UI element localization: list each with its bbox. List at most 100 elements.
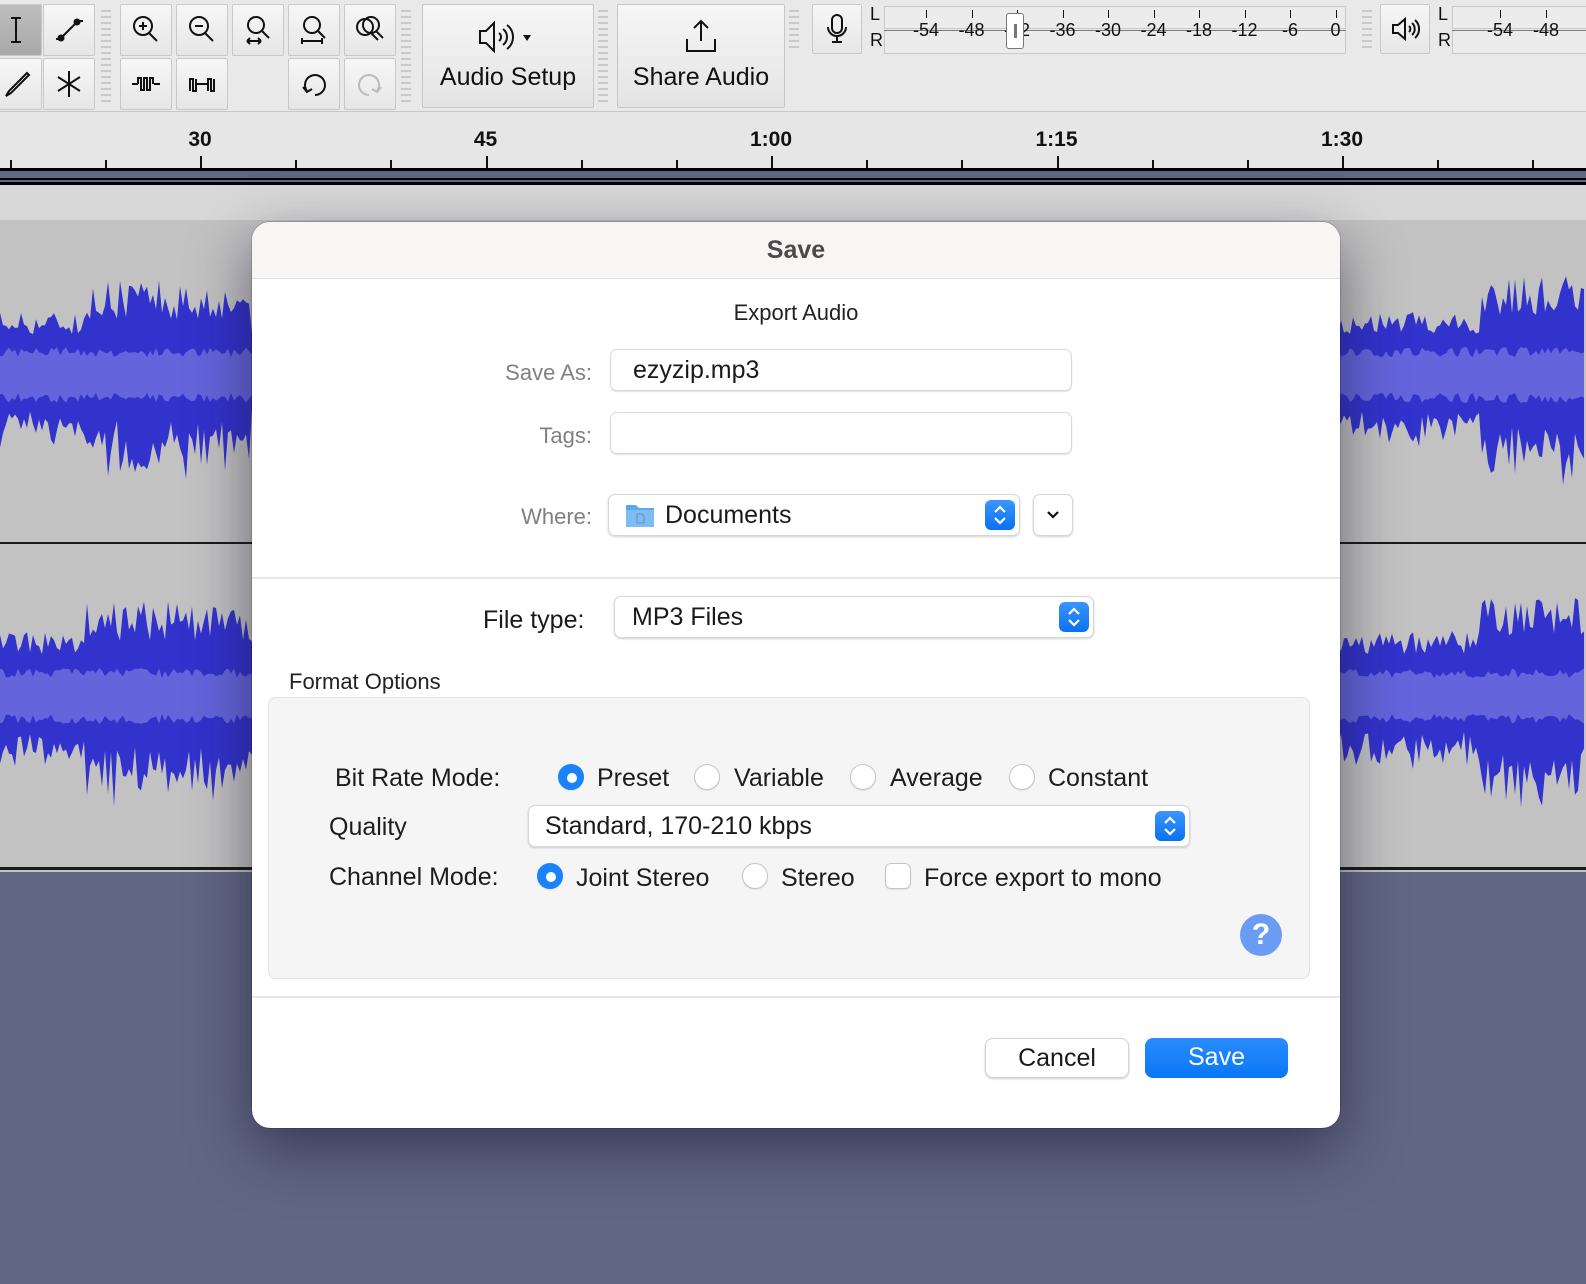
silence-audio-button[interactable] bbox=[176, 58, 228, 110]
force-mono-checkbox[interactable] bbox=[885, 863, 911, 889]
ruler-minor-tick bbox=[961, 160, 964, 168]
zoom-in-icon bbox=[133, 16, 158, 42]
ruler-minor-tick bbox=[1437, 160, 1440, 168]
file-type-value: MP3 Files bbox=[632, 603, 744, 631]
audio-setup-button[interactable]: Audio Setup bbox=[422, 4, 594, 108]
stereo-radio[interactable] bbox=[742, 863, 768, 889]
save-button[interactable]: Save bbox=[1145, 1038, 1288, 1078]
up-down-chevron-icon bbox=[994, 505, 1006, 525]
format-options-title: Format Options bbox=[289, 669, 441, 694]
meter-tick-label: -12 bbox=[1231, 20, 1258, 40]
zoom-in-button[interactable] bbox=[120, 4, 172, 56]
zoom-out-button[interactable] bbox=[176, 4, 228, 56]
toolbar-grip[interactable] bbox=[1362, 6, 1372, 52]
ruler-label: 30 bbox=[188, 128, 212, 151]
toolbar-grip[interactable] bbox=[101, 6, 111, 104]
where-label: Where: bbox=[521, 504, 592, 529]
meter-tick-label: -48 bbox=[1532, 20, 1560, 40]
up-down-chevron-icon bbox=[1164, 816, 1176, 836]
record-level-slider[interactable] bbox=[1006, 13, 1024, 49]
share-icon bbox=[686, 19, 716, 52]
quality-stepper bbox=[1155, 811, 1185, 841]
dialog-title: Save bbox=[252, 222, 1340, 279]
stereo-label[interactable]: Stereo bbox=[781, 864, 855, 893]
save-dialog: Save Export Audio Save As: ezyzip.mp3 Ta… bbox=[252, 222, 1340, 1128]
file-type-stepper bbox=[1059, 602, 1089, 632]
force-mono-label[interactable]: Force export to mono bbox=[924, 864, 1162, 893]
bit-rate-constant-radio[interactable] bbox=[1009, 764, 1035, 790]
bit-rate-preset-radio[interactable] bbox=[558, 764, 584, 790]
redo-button[interactable] bbox=[344, 58, 396, 110]
meter-left-label: L bbox=[870, 4, 881, 24]
zoom-toggle-button[interactable] bbox=[344, 4, 396, 56]
meter-tick-label: -48 bbox=[958, 20, 985, 40]
playback-meter[interactable]: L R -54 -48 bbox=[1434, 4, 1586, 54]
bit-rate-average-label[interactable]: Average bbox=[890, 764, 983, 793]
meter-tick-mark bbox=[971, 10, 973, 18]
timeline-scrub-bar[interactable] bbox=[0, 168, 1586, 185]
footer-divider bbox=[252, 996, 1340, 998]
expand-browser-button[interactable] bbox=[1033, 494, 1073, 536]
fit-selection-button[interactable] bbox=[232, 4, 284, 56]
help-button[interactable]: ? bbox=[1240, 914, 1282, 956]
cancel-button[interactable]: Cancel bbox=[985, 1038, 1129, 1078]
quality-popup[interactable]: Standard, 170-210 kbps bbox=[528, 805, 1190, 847]
record-meter-button[interactable] bbox=[812, 4, 862, 54]
where-popup[interactable]: Documents bbox=[608, 494, 1020, 536]
ruler-minor-tick bbox=[1151, 160, 1154, 168]
bit-rate-preset-label[interactable]: Preset bbox=[597, 764, 669, 793]
where-value: Documents bbox=[665, 501, 792, 529]
timeline-ruler[interactable]: 30 45 1:00 1:15 1:30 bbox=[0, 112, 1586, 168]
ruler-major-tick bbox=[771, 156, 773, 168]
meter-tick-label: -54 bbox=[1486, 20, 1514, 40]
ruler-major-tick bbox=[485, 156, 488, 168]
fit-project-button[interactable] bbox=[288, 4, 340, 56]
toolbar-grip[interactable] bbox=[598, 6, 608, 104]
bit-rate-mode-label: Bit Rate Mode: bbox=[335, 764, 501, 792]
ruler-minor-tick bbox=[104, 160, 107, 168]
chevron-down-icon bbox=[1047, 511, 1059, 519]
playback-meter-button[interactable] bbox=[1380, 4, 1430, 54]
save-as-label: Save As: bbox=[505, 360, 592, 385]
ruler-label: 1:00 bbox=[749, 128, 793, 151]
selection-tool-button[interactable] bbox=[0, 4, 42, 56]
file-type-popup[interactable]: MP3 Files bbox=[614, 596, 1094, 638]
save-as-field[interactable]: ezyzip.mp3 bbox=[610, 349, 1072, 391]
envelope-tool-button[interactable] bbox=[43, 4, 95, 56]
meter-tick-label: -24 bbox=[1140, 20, 1167, 40]
undo-button[interactable] bbox=[288, 58, 340, 110]
bit-rate-variable-radio[interactable] bbox=[694, 764, 720, 790]
bit-rate-average-radio[interactable] bbox=[850, 764, 876, 790]
ruler-label: 1:30 bbox=[1320, 128, 1364, 151]
joint-stereo-radio[interactable] bbox=[537, 863, 563, 889]
tags-label: Tags: bbox=[539, 423, 592, 448]
ruler-label: 45 bbox=[473, 128, 498, 151]
dialog-subtitle: Export Audio bbox=[733, 300, 859, 325]
meter-left-label: L bbox=[1438, 4, 1449, 24]
record-meter[interactable]: L R -54-48-42-36-30-24-18-12-60 bbox=[866, 4, 1356, 54]
multi-tool-button[interactable] bbox=[43, 58, 95, 110]
meter-tick-mark bbox=[1546, 10, 1547, 18]
trim-audio-button[interactable] bbox=[120, 58, 172, 110]
zoom-out-icon bbox=[189, 16, 214, 42]
draw-tool-button[interactable] bbox=[0, 58, 42, 110]
toolbar-grip[interactable] bbox=[401, 6, 411, 104]
ruler-major-tick bbox=[1056, 156, 1059, 168]
meter-tick-mark bbox=[1244, 10, 1246, 18]
meter-tick-mark bbox=[1500, 10, 1501, 18]
bit-rate-constant-label[interactable]: Constant bbox=[1048, 764, 1148, 793]
where-stepper bbox=[985, 500, 1015, 530]
pencil-icon bbox=[5, 71, 31, 97]
meter-tick-label: 0 bbox=[1330, 20, 1341, 40]
meter-tick-label: -30 bbox=[1094, 20, 1122, 40]
ruler-minor-tick bbox=[1246, 160, 1249, 168]
meter-tick-label: -18 bbox=[1185, 20, 1213, 40]
meter-tick-label: -6 bbox=[1281, 20, 1299, 40]
share-audio-button[interactable]: Share Audio bbox=[617, 4, 785, 108]
ruler-minor-tick bbox=[390, 160, 393, 168]
toolbar-grip[interactable] bbox=[789, 6, 799, 52]
bit-rate-variable-label[interactable]: Variable bbox=[734, 764, 824, 793]
joint-stereo-label[interactable]: Joint Stereo bbox=[576, 864, 709, 893]
tags-field[interactable] bbox=[610, 412, 1072, 454]
section-divider bbox=[252, 577, 1340, 579]
